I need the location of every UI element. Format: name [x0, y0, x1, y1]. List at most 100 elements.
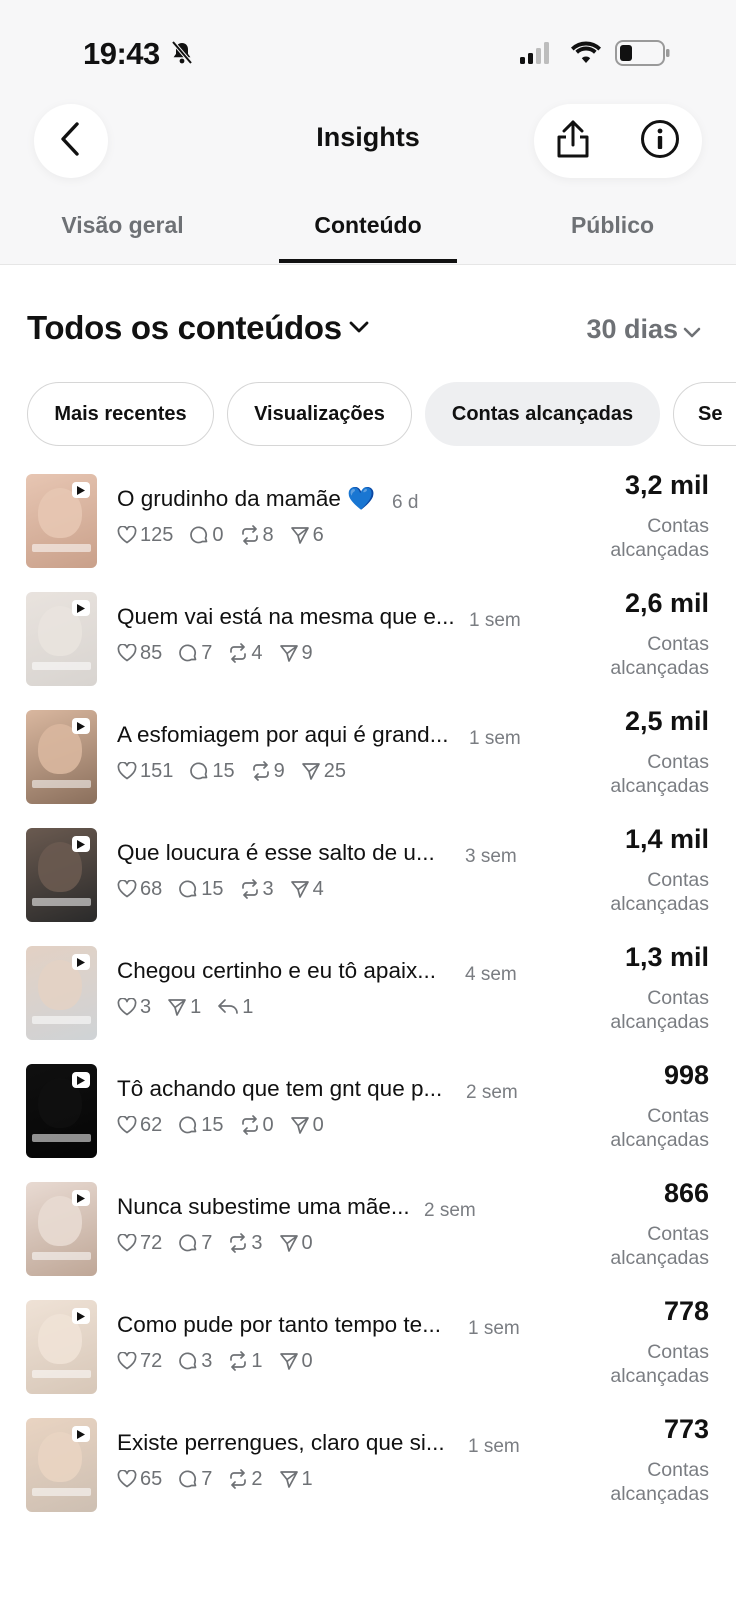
metric-value: 1	[242, 995, 254, 1018]
thumbnail-caption	[32, 1134, 91, 1142]
post-row[interactable]: Existe perrengues, claro que si... 1 sem 6…	[0, 1414, 736, 1534]
metric-send: 9	[279, 642, 313, 665]
post-row[interactable]: Nunca subestime uma mãe... 2 sem 72 7 3 0 866 C…	[0, 1178, 736, 1298]
heart-icon	[117, 526, 140, 544]
post-metrics: 3 1 1	[117, 994, 269, 1020]
metric-reply: 1	[217, 996, 253, 1019]
metric-value: 6	[312, 523, 324, 546]
metric-value: 7	[201, 641, 213, 664]
metric-value: 0	[301, 1231, 313, 1254]
send-icon	[301, 761, 324, 781]
metric-heart: 65	[117, 1468, 162, 1491]
comment-icon	[178, 1351, 201, 1371]
post-title: A esfomiagem por aqui é grand...	[117, 722, 449, 747]
metric-repost: 3	[228, 1232, 263, 1255]
reel-icon	[72, 1426, 90, 1442]
post-age: 4 sem	[465, 964, 517, 985]
metric-comment: 7	[178, 642, 212, 665]
chip-partial[interactable]: Se	[673, 382, 736, 446]
post-row[interactable]: Chegou certinho e eu tô apaix... 4 sem 3 1 1…	[0, 942, 736, 1062]
metric-repost: 8	[240, 524, 274, 547]
post-row[interactable]: Quem vai está na mesma que e... 1 sem 85 7 4…	[0, 588, 736, 708]
post-age: 1 sem	[468, 1318, 520, 1339]
reach-value: 3,2 mil	[624, 470, 709, 500]
post-row[interactable]: Que loucura é esse salto de u... 3 sem 68 1…	[0, 824, 736, 944]
comment-icon	[178, 1115, 201, 1135]
metric-value: 4	[312, 877, 324, 900]
metric-heart: 85	[117, 642, 162, 665]
heart-icon	[117, 644, 140, 662]
chevron-down-icon[interactable]	[683, 326, 701, 344]
post-row[interactable]: O grudinho da mamãe 💙 6 d 125 0 8 6 3,2 mil Con…	[0, 470, 736, 590]
post-age: 2 sem	[466, 1082, 518, 1103]
heart-icon	[117, 998, 140, 1016]
metric-comment: 15	[178, 878, 224, 901]
metric-repost: 3	[240, 878, 274, 901]
post-thumbnail[interactable]	[26, 592, 97, 686]
post-row[interactable]: A esfomiagem por aqui é grand... 1 sem 151…	[0, 706, 736, 826]
repost-icon	[228, 1233, 251, 1253]
chip-most-recent[interactable]: Mais recentes	[27, 382, 214, 446]
sort-chips: Mais recentes Visualizações Contas alcan…	[27, 382, 736, 448]
reach-label: Contas alcançadas	[610, 1341, 709, 1387]
metric-send: 0	[290, 1114, 324, 1137]
metric-value: 8	[262, 523, 274, 546]
post-row[interactable]: Tô achando que tem gnt que p... 2 sem 62 15…	[0, 1060, 736, 1180]
share-button[interactable]	[552, 120, 594, 162]
metric-send: 0	[279, 1350, 313, 1373]
post-thumbnail[interactable]	[26, 1064, 97, 1158]
chip-accounts-reached[interactable]: Contas alcançadas	[425, 382, 660, 446]
post-metrics: 62 15 0 0	[117, 1112, 340, 1138]
metric-repost: 9	[251, 760, 285, 783]
header-actions	[534, 104, 702, 178]
reach-value: 998	[663, 1060, 709, 1090]
metric-value: 65	[140, 1467, 163, 1490]
heart-icon	[117, 1352, 140, 1370]
post-metrics: 125 0 8 6	[117, 522, 340, 548]
metric-value: 25	[323, 759, 346, 782]
tab-content[interactable]: Conteúdo	[279, 212, 457, 239]
reel-icon	[72, 718, 90, 734]
reach-value: 778	[663, 1296, 709, 1326]
tab-audience[interactable]: Público	[530, 212, 695, 239]
metric-comment: 7	[178, 1232, 212, 1255]
period-dropdown[interactable]: 30 dias	[586, 314, 678, 345]
chip-views[interactable]: Visualizações	[227, 382, 412, 446]
thumbnail-caption	[32, 1488, 91, 1496]
content-filter-dropdown[interactable]: Todos os conteúdos	[27, 309, 342, 347]
thumbnail-caption	[32, 1370, 91, 1378]
send-icon	[279, 643, 302, 663]
post-thumbnail[interactable]	[26, 1418, 97, 1512]
comment-icon	[178, 1233, 201, 1253]
reel-icon	[72, 1308, 90, 1324]
chevron-down-icon[interactable]	[349, 321, 369, 339]
metric-value: 62	[140, 1113, 163, 1136]
post-thumbnail[interactable]	[26, 1300, 97, 1394]
reel-icon	[72, 600, 90, 616]
post-thumbnail[interactable]	[26, 474, 97, 568]
metric-value: 4	[251, 641, 263, 664]
comment-icon	[178, 879, 201, 899]
metric-send: 1	[279, 1468, 313, 1491]
metric-value: 7	[201, 1231, 213, 1254]
post-thumbnail[interactable]	[26, 946, 97, 1040]
post-row[interactable]: Como pude por tanto tempo te... 1 sem 72 3 1…	[0, 1296, 736, 1416]
send-icon	[290, 1115, 313, 1135]
reach-label: Contas alcançadas	[610, 751, 709, 797]
post-age: 3 sem	[465, 846, 517, 867]
send-icon	[167, 997, 190, 1017]
metric-value: 15	[212, 759, 235, 782]
tab-overview[interactable]: Visão geral	[40, 212, 205, 239]
metric-value: 9	[273, 759, 285, 782]
metric-comment: 0	[189, 524, 224, 547]
heart-icon	[117, 880, 140, 898]
comment-icon	[189, 761, 212, 781]
metric-value: 72	[140, 1231, 163, 1254]
post-thumbnail[interactable]	[26, 828, 97, 922]
info-button[interactable]	[639, 119, 681, 162]
post-title: Chegou certinho e eu tô apaix...	[117, 958, 436, 983]
repost-icon	[228, 643, 251, 663]
post-thumbnail[interactable]	[26, 1182, 97, 1276]
post-thumbnail[interactable]	[26, 710, 97, 804]
metric-value: 72	[140, 1349, 163, 1372]
